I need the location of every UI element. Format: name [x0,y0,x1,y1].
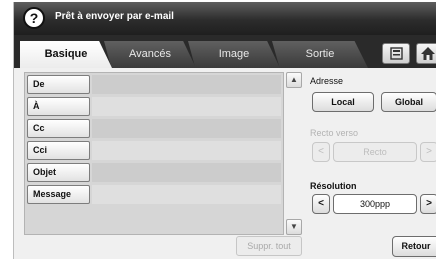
address-local-button[interactable]: Local [312,92,374,112]
scroll-down-button[interactable]: ▼ [286,219,302,235]
bcc-button[interactable]: Cci [27,141,90,160]
address-book-button[interactable] [382,43,410,64]
scroll-up-button[interactable]: ▲ [286,72,302,88]
bcc-value[interactable] [92,141,281,160]
clear-all-button[interactable]: Suppr. tout [236,236,302,256]
message-value[interactable] [92,185,281,204]
from-value[interactable] [92,75,281,94]
home-button[interactable] [416,43,436,64]
resolution-label: Résolution [310,181,357,191]
duplex-next-button[interactable]: > [420,142,436,162]
help-icon[interactable]: ? [23,7,45,29]
tab-image[interactable]: Image [188,41,280,68]
main-content: De À Cc Cci Objet Message ▲ ▼ Suppr. tou… [14,68,436,259]
tab-basique[interactable]: Basique [20,41,112,68]
field-row-a: À [25,96,283,117]
cc-button[interactable]: Cc [27,119,90,138]
subject-value[interactable] [92,163,281,182]
fields-scrollbar[interactable]: ▲ ▼ [286,72,302,235]
resolution-value: 300ppp [333,194,417,214]
field-row-message: Message [25,184,283,205]
home-icon [421,47,435,60]
address-book-icon [390,47,403,60]
tab-bar: Sortie Image Avancés Basique [14,35,436,68]
duplex-prev-button[interactable]: < [312,142,330,162]
resolution-next-button[interactable]: > [420,194,436,214]
cc-value[interactable] [92,119,281,138]
field-row-cc: Cc [25,118,283,139]
tab-avances[interactable]: Avancés [104,41,196,68]
address-label: Adresse [310,76,344,86]
duplex-value: Recto [333,142,417,162]
recipient-fields: De À Cc Cci Objet Message [24,72,284,235]
duplex-label: Recto verso [310,128,359,138]
tab-sortie[interactable]: Sortie [272,41,368,68]
address-global-button[interactable]: Global [381,92,436,112]
back-button[interactable]: Retour [392,236,436,257]
field-row-de: De [25,74,283,95]
title-bar: ? Prêt à envoyer par e-mail [14,2,436,35]
message-button[interactable]: Message [27,185,90,204]
app-window: ? Prêt à envoyer par e-mail Sortie Image… [13,2,436,259]
field-row-objet: Objet [25,162,283,183]
resolution-prev-button[interactable]: < [312,194,330,214]
subject-button[interactable]: Objet [27,163,90,182]
field-row-cci: Cci [25,140,283,161]
window-title: Prêt à envoyer par e-mail [55,11,174,22]
from-button[interactable]: De [27,75,90,94]
to-button[interactable]: À [27,97,90,116]
to-value[interactable] [92,97,281,116]
